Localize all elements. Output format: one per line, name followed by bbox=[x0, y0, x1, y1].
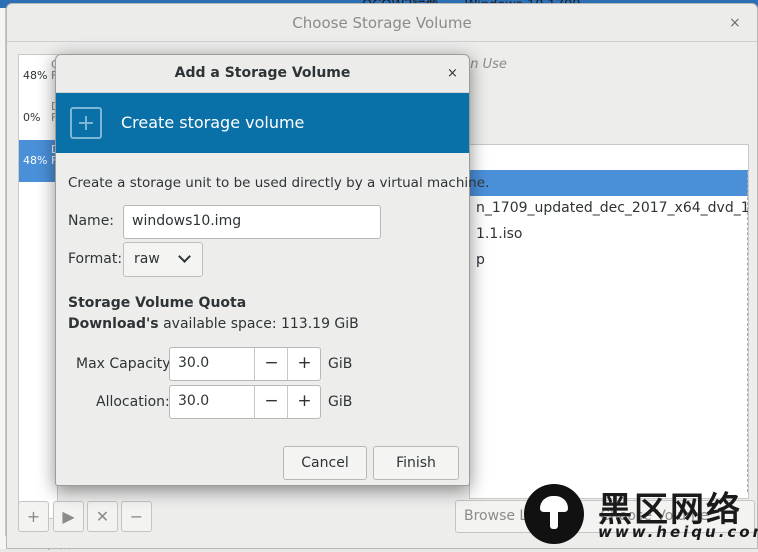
max-capacity-spinner[interactable]: 30.0 − + bbox=[169, 347, 321, 381]
format-value: raw bbox=[134, 251, 160, 267]
allocation-label: Allocation: bbox=[96, 394, 170, 410]
available-space-value: available space: 113.19 GiB bbox=[158, 316, 359, 332]
pool-item[interactable]: 48% C F bbox=[19, 55, 57, 97]
watermark-logo-icon bbox=[524, 484, 584, 544]
dialog-close-icon[interactable]: × bbox=[447, 66, 458, 81]
volume-list[interactable]: n_1709_updated_dec_2017_x64_dvd_1004 1.1… bbox=[469, 144, 749, 499]
cancel-button[interactable]: Cancel bbox=[283, 446, 367, 480]
volume-row[interactable]: n_1709_updated_dec_2017_x64_dvd_1004 bbox=[470, 196, 749, 222]
chevron-down-icon bbox=[178, 250, 191, 263]
volume-name-input[interactable]: windows10.img bbox=[123, 205, 381, 239]
volume-name: 1.1.iso bbox=[476, 226, 523, 242]
pool-usage: 48% bbox=[23, 69, 48, 82]
watermark-url: www.heiqu.com bbox=[598, 523, 758, 541]
volume-row[interactable]: p bbox=[470, 248, 748, 274]
start-pool-button[interactable]: ▶ bbox=[53, 501, 84, 532]
add-pool-button[interactable]: + bbox=[18, 501, 49, 532]
max-capacity-unit: GiB bbox=[328, 356, 353, 372]
add-storage-volume-dialog: Add a Storage Volume × Create storage vo… bbox=[55, 54, 489, 486]
pool-usage: 0% bbox=[23, 111, 41, 124]
volume-row[interactable]: 1.1.iso bbox=[470, 222, 748, 248]
add-volume-icon bbox=[70, 107, 102, 139]
stop-pool-button[interactable]: − bbox=[121, 501, 152, 532]
name-label: Name: bbox=[68, 213, 115, 229]
dialog-banner: Create storage volume bbox=[56, 93, 469, 153]
delete-pool-button[interactable]: ✕ bbox=[87, 501, 118, 532]
volume-list-divider bbox=[747, 172, 748, 492]
allocation-value[interactable]: 30.0 bbox=[178, 393, 209, 409]
max-capacity-increment-button[interactable]: + bbox=[287, 348, 321, 380]
outer-window-title: Choose Storage Volume bbox=[292, 14, 472, 32]
allocation-unit: GiB bbox=[328, 394, 353, 410]
volume-name: p bbox=[476, 252, 485, 268]
quota-section-title: Storage Volume Quota bbox=[68, 295, 247, 311]
outer-close-icon[interactable]: × bbox=[729, 15, 741, 31]
allocation-decrement-button[interactable]: − bbox=[254, 386, 288, 418]
volume-row-selected[interactable] bbox=[470, 170, 748, 196]
pool-name-bold: Download's bbox=[68, 316, 159, 332]
max-capacity-value[interactable]: 30.0 bbox=[178, 355, 209, 371]
allocation-spinner[interactable]: 30.0 − + bbox=[169, 385, 321, 419]
format-select[interactable]: raw bbox=[123, 242, 203, 277]
pool-item-selected[interactable]: 48% D F bbox=[19, 140, 57, 182]
pool-item[interactable]: 0% D F bbox=[19, 97, 57, 139]
max-capacity-decrement-button[interactable]: − bbox=[254, 348, 288, 380]
volume-name: n_1709_updated_dec_2017_x64_dvd_1004 bbox=[476, 200, 749, 216]
max-capacity-label: Max Capacity: bbox=[76, 356, 175, 372]
dialog-title: Add a Storage Volume bbox=[174, 65, 351, 81]
dialog-description: Create a storage unit to be used directl… bbox=[68, 175, 490, 191]
pool-usage: 48% bbox=[23, 154, 48, 167]
finish-button[interactable]: Finish bbox=[373, 446, 459, 480]
allocation-increment-button[interactable]: + bbox=[287, 386, 321, 418]
banner-title: Create storage volume bbox=[121, 113, 305, 132]
format-label: Format: bbox=[68, 251, 123, 267]
pool-list[interactable]: 48% C F 0% D F 48% D F bbox=[18, 54, 58, 519]
available-space-text: Download's available space: 113.19 GiB bbox=[68, 316, 359, 332]
